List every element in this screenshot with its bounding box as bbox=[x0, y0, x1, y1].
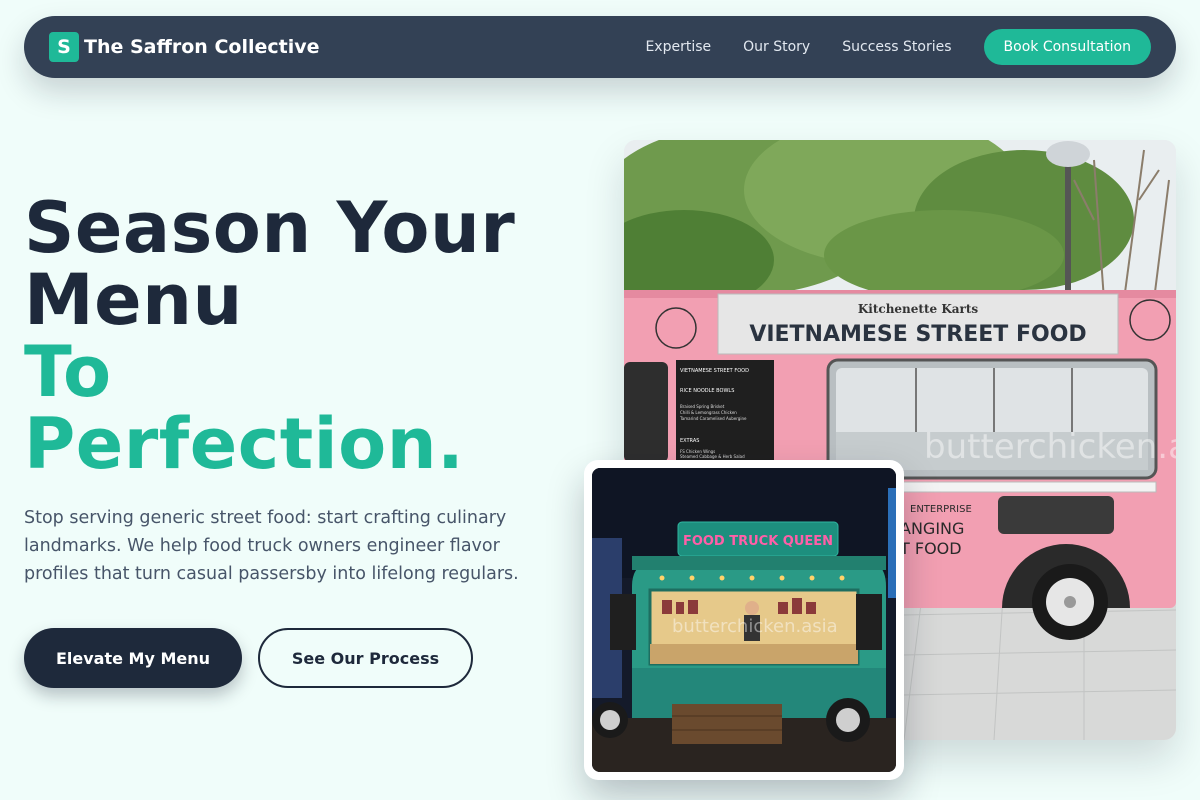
nav-link-expertise[interactable]: Expertise bbox=[645, 39, 711, 55]
teal-food-truck-photo-inner: FOOD TRUCK QUEEN butterchicken.asia bbox=[592, 468, 896, 772]
hero-title: Season Your Menu To Perfection. bbox=[24, 192, 584, 480]
truck-side-text-1: ENTERPRISE bbox=[910, 504, 972, 515]
menu-item-5: Steamed Cabbage & Herb Salad bbox=[680, 454, 745, 459]
brand[interactable]: S The Saffron Collective bbox=[49, 32, 320, 62]
nav-link-success-stories[interactable]: Success Stories bbox=[842, 39, 951, 55]
hero-title-accent-1: To bbox=[24, 331, 112, 413]
menu-section-2: EXTRAS bbox=[680, 438, 699, 444]
hero-title-line-1: Season Your bbox=[24, 187, 516, 269]
book-consultation-button[interactable]: Book Consultation bbox=[983, 29, 1151, 65]
menu-item-3: Tamarind Caramelised Aubergine bbox=[679, 416, 747, 421]
brand-name: The Saffron Collective bbox=[84, 36, 320, 58]
truck-side-text-2: ANGING bbox=[900, 519, 964, 538]
truck-side-text-3: T FOOD bbox=[899, 539, 962, 558]
menu-section-1: RICE NOODLE BOWLS bbox=[680, 388, 734, 394]
truck-sign-small: Kitchenette Karts bbox=[858, 302, 979, 316]
hero-title-line-2: Menu bbox=[24, 259, 243, 341]
main-photo-watermark: butterchicken.asia bbox=[924, 427, 1176, 467]
top-navbar: S The Saffron Collective Expertise Our S… bbox=[24, 16, 1176, 78]
nav-link-our-story[interactable]: Our Story bbox=[743, 39, 810, 55]
see-our-process-button[interactable]: See Our Process bbox=[258, 628, 473, 688]
menu-heading: VIETNAMESE STREET FOOD bbox=[680, 368, 749, 374]
menu-item-1: Braised Spring Brisket bbox=[680, 404, 725, 409]
hero-title-accent-2: Perfection. bbox=[24, 403, 465, 485]
brand-logo-icon: S bbox=[49, 32, 79, 62]
elevate-my-menu-button[interactable]: Elevate My Menu bbox=[24, 628, 242, 688]
second-photo-watermark: butterchicken.asia bbox=[672, 616, 838, 637]
teal-food-truck-illustration: FOOD TRUCK QUEEN butterchicken.asia bbox=[592, 468, 896, 772]
landing-page: S The Saffron Collective Expertise Our S… bbox=[0, 0, 1200, 800]
hero-subtitle: Stop serving generic street food: start … bbox=[24, 508, 519, 584]
teal-truck-sign: FOOD TRUCK QUEEN bbox=[683, 534, 833, 549]
menu-item-2: Chilli & Lemongrass Chicken bbox=[680, 410, 737, 415]
nav-links: Expertise Our Story Success Stories Book… bbox=[645, 29, 1151, 65]
teal-food-truck-photo: FOOD TRUCK QUEEN butterchicken.asia bbox=[584, 460, 904, 780]
truck-sign-main: VIETNAMESE STREET FOOD bbox=[749, 322, 1086, 347]
